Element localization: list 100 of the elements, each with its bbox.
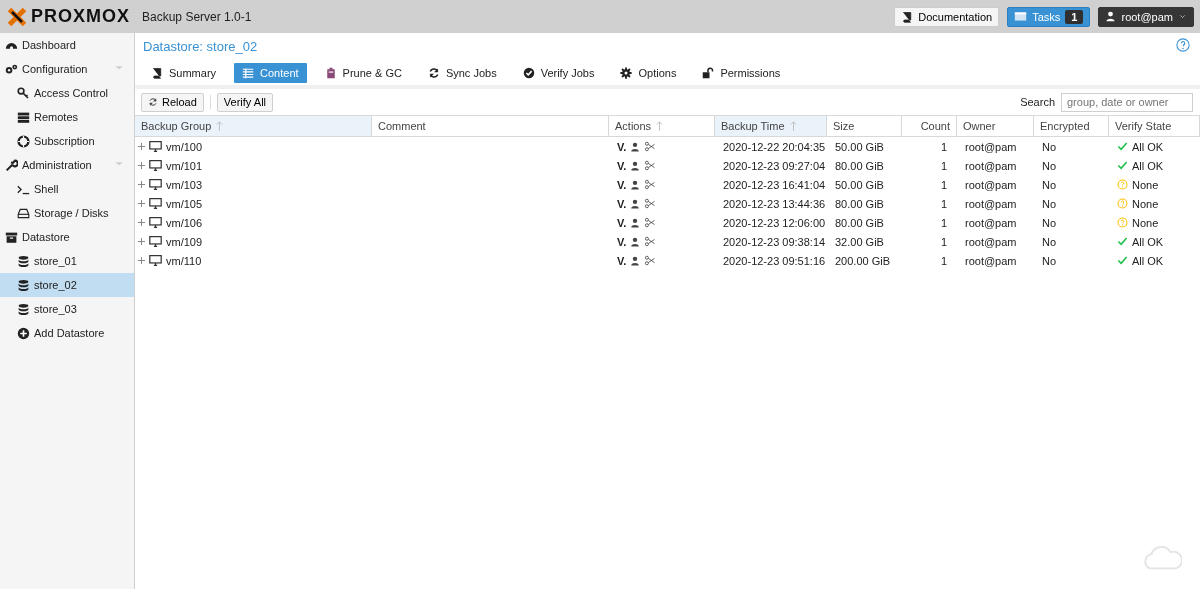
monitor-icon bbox=[148, 140, 163, 153]
column-header[interactable]: Backup Group bbox=[135, 115, 372, 137]
table-cell-text: 1 bbox=[939, 177, 948, 193]
gear-icon bbox=[620, 67, 633, 79]
verify-action[interactable]: V. bbox=[617, 216, 627, 229]
task-count: 1 bbox=[1065, 9, 1084, 24]
verify-state: All OK bbox=[1132, 235, 1164, 248]
table-cell-text: 1 bbox=[939, 253, 948, 269]
verify-state: None bbox=[1132, 197, 1159, 210]
table-cell-text: 1 bbox=[939, 196, 948, 212]
expand-icon[interactable] bbox=[138, 238, 145, 245]
column-header[interactable]: Size bbox=[827, 115, 902, 137]
search-field[interactable]: group, date or owner bbox=[1061, 92, 1193, 112]
tasks-button[interactable]: Tasks 1 bbox=[1007, 6, 1091, 27]
expand-icon[interactable] bbox=[138, 219, 145, 226]
table-cell-text: 1 bbox=[939, 158, 948, 174]
sidebar-item[interactable]: Subscription bbox=[0, 129, 134, 153]
tab[interactable]: Permissions bbox=[694, 63, 789, 83]
table-cell-text: root@pam bbox=[964, 196, 1018, 212]
sidebar-item[interactable]: Remotes bbox=[0, 105, 134, 129]
check-circle-icon bbox=[522, 67, 535, 79]
monitor-icon bbox=[148, 235, 163, 248]
check-icon bbox=[1117, 255, 1128, 266]
table-cell-text: 2020-12-22 20:04:35 bbox=[722, 139, 827, 155]
tab[interactable]: Options bbox=[612, 63, 685, 83]
table-cell-text: 1 bbox=[939, 234, 948, 250]
user-icon bbox=[630, 160, 641, 171]
gears-icon bbox=[5, 62, 18, 76]
unlock-icon bbox=[702, 67, 715, 79]
monitor-icon bbox=[148, 197, 163, 210]
sidebar-item[interactable]: store_02 bbox=[0, 273, 134, 297]
table-cell-text: root@pam bbox=[964, 234, 1018, 250]
expand-icon[interactable] bbox=[138, 181, 145, 188]
question-icon bbox=[1117, 217, 1128, 228]
group-name: vm/101 bbox=[166, 159, 203, 172]
column-header[interactable]: Encrypted bbox=[1034, 115, 1109, 137]
user-icon bbox=[630, 217, 641, 228]
sidebar-item[interactable]: Dashboard bbox=[0, 33, 134, 57]
user-menu-button[interactable]: root@pam bbox=[1098, 6, 1194, 27]
expand-icon[interactable] bbox=[138, 143, 145, 150]
group-name: vm/110 bbox=[166, 254, 202, 267]
table-cell-text: 50.00 GiB bbox=[834, 177, 885, 193]
database-icon bbox=[17, 278, 30, 292]
plus-circle-icon bbox=[17, 326, 30, 340]
group-name: vm/100 bbox=[166, 140, 203, 153]
check-icon bbox=[1117, 160, 1128, 171]
table-cell-text: No bbox=[1041, 158, 1058, 174]
monitor-icon bbox=[148, 254, 163, 267]
column-header[interactable]: Comment bbox=[372, 115, 609, 137]
scissors-icon bbox=[644, 236, 657, 247]
table-cell-text: No bbox=[1041, 196, 1058, 212]
table-cell-text: 2020-12-23 16:41:04 bbox=[722, 177, 827, 193]
sidebar-item[interactable]: Configuration bbox=[0, 57, 134, 81]
sidebar-item[interactable]: Storage / Disks bbox=[0, 201, 134, 225]
table-cell-text: root@pam bbox=[964, 215, 1018, 231]
clipboard-icon bbox=[324, 67, 337, 79]
table-cell-text: 2020-12-23 09:51:16 bbox=[722, 253, 827, 269]
sidebar-item[interactable]: Add Datastore bbox=[0, 321, 134, 345]
expand-icon[interactable] bbox=[138, 200, 145, 207]
verify-action[interactable]: V. bbox=[617, 159, 627, 172]
question-icon bbox=[1117, 198, 1128, 209]
tab[interactable]: Summary bbox=[143, 63, 225, 83]
table-cell-text: 1 bbox=[939, 215, 948, 231]
column-header[interactable]: Count bbox=[902, 115, 957, 137]
table-cell-text: 32.00 GiB bbox=[834, 234, 885, 250]
table-cell-text: root@pam bbox=[964, 139, 1018, 155]
user-icon bbox=[630, 179, 641, 190]
table-cell-text: 50.00 GiB bbox=[834, 139, 885, 155]
verify-action[interactable]: V. bbox=[617, 197, 627, 210]
column-header[interactable]: Owner bbox=[957, 115, 1034, 137]
product-version: Backup Server 1.0-1 bbox=[142, 9, 252, 24]
documentation-button[interactable]: Documentation bbox=[894, 6, 1000, 27]
table-cell-text: No bbox=[1041, 177, 1058, 193]
sidebar-item[interactable]: store_01 bbox=[0, 249, 134, 273]
reload-button[interactable]: Reload bbox=[141, 92, 204, 112]
database-icon bbox=[17, 254, 30, 268]
column-header[interactable]: Backup Time bbox=[715, 115, 827, 137]
table-cell-text: No bbox=[1041, 253, 1058, 269]
sidebar-item[interactable]: Datastore bbox=[0, 225, 134, 249]
brand-name: PROXMOX bbox=[31, 6, 130, 27]
expand-icon[interactable] bbox=[138, 257, 145, 264]
column-header[interactable]: Verify State bbox=[1109, 115, 1200, 137]
verify-all-button[interactable]: Verify All bbox=[216, 92, 274, 112]
tab[interactable]: Prune & GC bbox=[316, 63, 410, 83]
caret-icon bbox=[1178, 12, 1187, 21]
user-icon bbox=[630, 255, 641, 266]
sidebar-item[interactable]: Administration bbox=[0, 153, 134, 177]
tab[interactable]: Verify Jobs bbox=[514, 63, 603, 83]
verify-action[interactable]: V. bbox=[617, 140, 627, 153]
scissors-icon bbox=[644, 217, 657, 228]
verify-action[interactable]: V. bbox=[617, 254, 627, 267]
tab[interactable]: Sync Jobs bbox=[419, 63, 505, 83]
sidebar-item[interactable]: Access Control bbox=[0, 81, 134, 105]
verify-action[interactable]: V. bbox=[617, 178, 627, 191]
verify-action[interactable]: V. bbox=[617, 235, 627, 248]
table-cell-text: 2020-12-23 13:44:36 bbox=[722, 196, 827, 212]
sidebar-item[interactable]: Shell bbox=[0, 177, 134, 201]
sidebar-item[interactable]: store_03 bbox=[0, 297, 134, 321]
expand-icon[interactable] bbox=[138, 162, 145, 169]
column-header[interactable]: Actions bbox=[609, 115, 715, 137]
